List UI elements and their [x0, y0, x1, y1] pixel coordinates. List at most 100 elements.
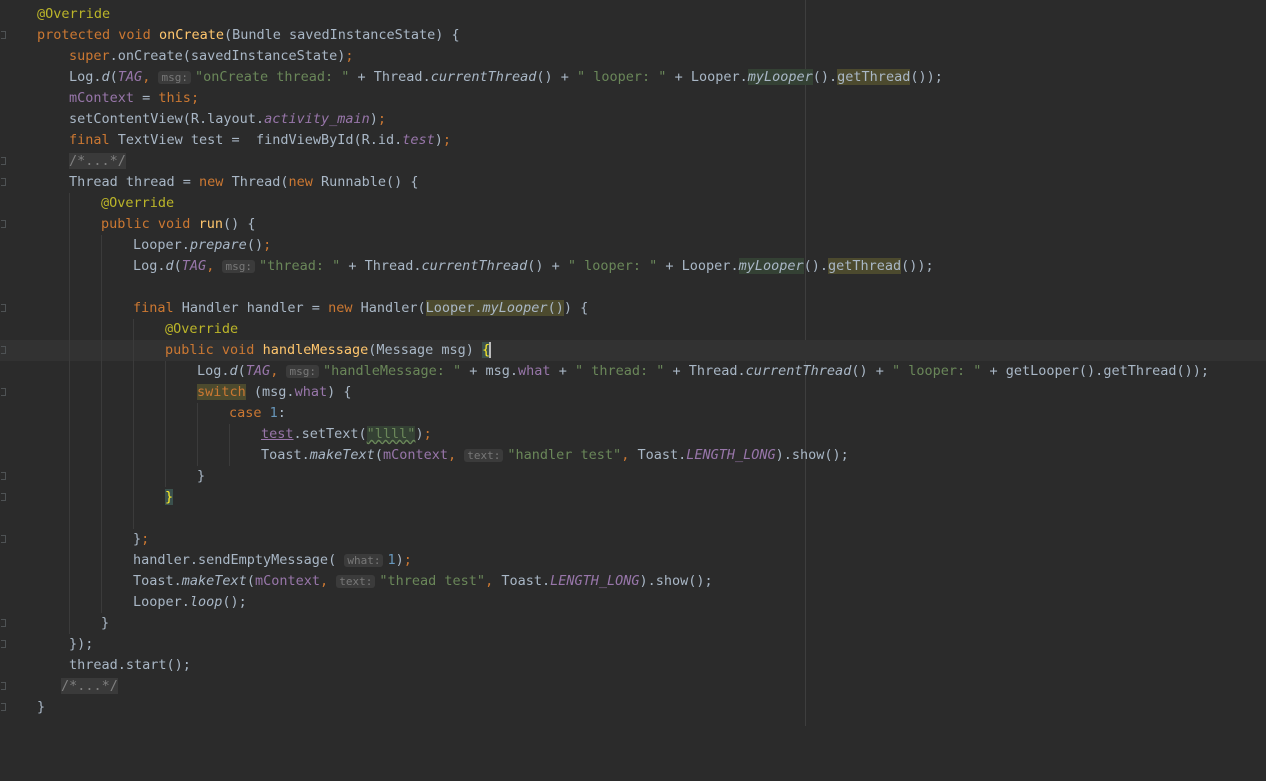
- code-line-1[interactable]: @Override: [0, 4, 1266, 25]
- matched-brace: }: [165, 489, 174, 505]
- indent-guide: [69, 256, 70, 277]
- indent-guide: [101, 277, 102, 298]
- code-text: Looper.: [690, 69, 748, 85]
- method-call: d: [101, 69, 110, 85]
- code-text: ): [369, 111, 378, 127]
- fold-marker-icon[interactable]: [1, 178, 6, 186]
- code-line-7[interactable]: final TextView test = findViewById(R.id.…: [0, 130, 1266, 151]
- fold-marker-icon[interactable]: [1, 31, 6, 39]
- code-line-25[interactable]: [0, 508, 1266, 529]
- code-line-34[interactable]: }: [0, 697, 1266, 718]
- code-line-13[interactable]: Log.d(TAG, msg: "thread: " + Thread.curre…: [0, 256, 1266, 277]
- constant: TAG: [117, 69, 143, 85]
- code-lines[interactable]: @Override protected void onCreate(Bundle…: [0, 4, 1266, 718]
- code-line-26[interactable]: };: [0, 529, 1266, 550]
- parameter-hint: msg:: [286, 365, 319, 378]
- code-line-32[interactable]: thread.start();: [0, 655, 1266, 676]
- fold-marker-icon[interactable]: [1, 493, 6, 501]
- code-line-18[interactable]: Log.d(TAG, msg: "handleMessage: " + msg.w…: [0, 361, 1266, 382]
- fold-marker-icon[interactable]: [1, 304, 6, 312]
- code-line-30[interactable]: }: [0, 613, 1266, 634]
- string-literal: "thread: ": [258, 258, 341, 274]
- indent-guide: [69, 613, 70, 634]
- fold-marker-icon[interactable]: [1, 703, 6, 711]
- code-line-15[interactable]: final Handler handler = new Handler(Loop…: [0, 298, 1266, 319]
- indent-guide: [69, 277, 70, 298]
- indent-guide: [165, 445, 166, 466]
- code-line-3[interactable]: super.onCreate(savedInstanceState);: [0, 46, 1266, 67]
- code-line-27[interactable]: handler.sendEmptyMessage( what: 1);: [0, 550, 1266, 571]
- constant: LENGTH_LONG: [550, 573, 640, 589]
- code-line-8[interactable]: /*...*/: [0, 151, 1266, 172]
- constant: test: [402, 132, 435, 148]
- method-call: d: [165, 258, 174, 274]
- code-text: (: [374, 447, 383, 463]
- indent-guide: [101, 529, 102, 550]
- code-line-12[interactable]: Looper.prepare();: [0, 235, 1266, 256]
- code-text: (Message msg): [368, 342, 483, 358]
- code-line-11[interactable]: public void run() {: [0, 214, 1266, 235]
- indent-guide: [101, 298, 102, 319]
- indent-guide: [133, 382, 134, 403]
- keyword: new: [328, 300, 353, 316]
- code-text: +: [552, 69, 578, 85]
- fold-marker-icon[interactable]: [1, 619, 6, 627]
- code-text: }: [37, 699, 46, 715]
- field: mContext: [254, 573, 320, 589]
- code-line-9[interactable]: Thread thread = new Thread(new Runnable(…: [0, 172, 1266, 193]
- code-line-2[interactable]: protected void onCreate(Bundle savedInst…: [0, 25, 1266, 46]
- fold-marker-icon[interactable]: [1, 472, 6, 480]
- code-text: (): [246, 237, 264, 253]
- fold-marker-icon[interactable]: [1, 535, 6, 543]
- parameter-hint: msg:: [158, 71, 191, 84]
- code-line-19[interactable]: switch (msg.what) {: [0, 382, 1266, 403]
- code-line-22[interactable]: Toast.makeText(mContext, text: "handler t…: [0, 445, 1266, 466]
- code-text: =: [134, 90, 159, 106]
- code-line-31[interactable]: });: [0, 634, 1266, 655]
- code-line-20[interactable]: case 1:: [0, 403, 1266, 424]
- code-line-6[interactable]: setContentView(R.layout.activity_main);: [0, 109, 1266, 130]
- code-text: :: [277, 405, 286, 421]
- code-text: .: [829, 69, 838, 85]
- code-text: (: [237, 363, 246, 379]
- code-line-24[interactable]: }: [0, 487, 1266, 508]
- code-text: (: [109, 69, 118, 85]
- code-text: msg.: [485, 363, 519, 379]
- indent-guide: [197, 445, 198, 466]
- code-line-21[interactable]: test.setText("llll");: [0, 424, 1266, 445]
- keyword: protected: [37, 27, 111, 43]
- string-literal: "handleMessage: ": [322, 363, 462, 379]
- fold-marker-icon[interactable]: [1, 346, 6, 354]
- comma: ,: [142, 69, 151, 85]
- fold-marker-icon[interactable]: [1, 220, 6, 228]
- code-line-29[interactable]: Looper.loop();: [0, 592, 1266, 613]
- indent-guide: [69, 529, 70, 550]
- code-line-10[interactable]: @Override: [0, 193, 1266, 214]
- code-line-33[interactable]: /*...*/: [0, 676, 1266, 697]
- string-literal: " thread: ": [574, 363, 665, 379]
- code-editor[interactable]: @Override protected void onCreate(Bundle…: [0, 0, 1266, 726]
- fold-marker-icon[interactable]: [1, 682, 6, 690]
- code-line-23[interactable]: }: [0, 466, 1266, 487]
- code-text: .: [819, 258, 829, 274]
- code-line-14[interactable]: [0, 277, 1266, 298]
- code-line-17[interactable]: public void handleMessage(Message msg) {: [0, 340, 1266, 361]
- folded-region[interactable]: /*...*/: [61, 678, 118, 694]
- code-text: Toast.: [261, 447, 310, 463]
- string-literal: " looper: ": [891, 363, 982, 379]
- code-text: thread.start();: [69, 657, 191, 673]
- code-text: Runnable() {: [312, 174, 419, 190]
- code-text: ).show();: [639, 573, 713, 589]
- code-line-5[interactable]: mContext = this;: [0, 88, 1266, 109]
- fold-marker-icon[interactable]: [1, 157, 6, 165]
- code-line-28[interactable]: Toast.makeText(mContext, text: "thread te…: [0, 571, 1266, 592]
- fold-marker-icon[interactable]: [1, 640, 6, 648]
- folded-region[interactable]: /*...*/: [69, 153, 126, 169]
- code-text: (): [527, 258, 544, 274]
- indent-guide: [165, 466, 166, 487]
- indent-guide: [69, 193, 70, 214]
- code-line-16[interactable]: @Override: [0, 319, 1266, 340]
- code-line-4[interactable]: Log.d(TAG, msg: "onCreate thread: " + Thr…: [0, 67, 1266, 88]
- fold-marker-icon[interactable]: [1, 388, 6, 396]
- indent-guide: [101, 508, 102, 529]
